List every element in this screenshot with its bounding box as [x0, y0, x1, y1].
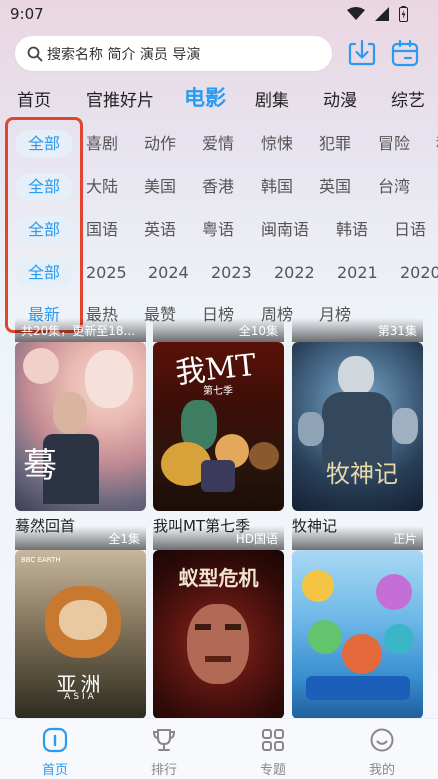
search-bar[interactable]: 搜索名称 简介 演员 导演 — [15, 36, 332, 71]
filter-option[interactable]: 国语 — [86, 216, 118, 244]
filter-option[interactable]: 2021 — [337, 259, 378, 287]
filter-option[interactable]: 香港 — [202, 173, 234, 201]
smile-icon — [370, 728, 394, 752]
bottom-nav-label: 首页 — [41, 763, 68, 778]
bottom-nav: 首页 排行 专题 我的 — [0, 718, 438, 779]
episode-badge: 正片 — [292, 526, 423, 550]
category-tabs: 首页 官推好片 电影 剧集 动漫 综艺 — [0, 80, 438, 114]
bottom-nav-topics[interactable]: 专题 — [243, 727, 303, 778]
filter-option[interactable]: 动作 — [144, 130, 176, 158]
bottom-nav-label: 我的 — [368, 763, 395, 778]
episode-badge: 全10集 — [153, 318, 284, 342]
filter-option[interactable]: 英语 — [144, 216, 176, 244]
highlight-box — [5, 117, 83, 333]
home-icon — [42, 727, 68, 753]
filter-option[interactable]: 韩语 — [336, 216, 368, 244]
filter-option[interactable]: 2024 — [148, 259, 189, 287]
filter-option[interactable]: 冒险 — [378, 130, 410, 158]
tab-anime[interactable]: 动漫 — [323, 86, 357, 111]
poster — [292, 550, 423, 719]
trophy-icon — [152, 729, 176, 751]
filter-option[interactable]: 惊悚 — [261, 130, 293, 158]
episode-badge: HD国语 — [153, 526, 284, 550]
status-time: 9:07 — [10, 5, 44, 23]
filter-option[interactable]: 爱情 — [202, 130, 234, 158]
search-icon — [27, 46, 43, 61]
calendar-icon[interactable] — [390, 38, 420, 68]
filter-option[interactable]: 大陆 — [86, 173, 118, 201]
bottom-nav-label: 排行 — [150, 763, 177, 778]
filter-option[interactable]: 犯罪 — [319, 130, 351, 158]
episode-badge: 共20集，更新至18... — [15, 318, 146, 342]
bottom-nav-label: 专题 — [259, 763, 286, 778]
episode-badge: 第31集 — [292, 318, 423, 342]
tab-series[interactable]: 剧集 — [255, 86, 289, 111]
poster: 我MT 第七季 — [153, 342, 284, 511]
wifi-icon — [347, 7, 365, 20]
poster: 蚁型危机 — [153, 550, 284, 719]
poster: BBC EARTH 亚洲 ASIA — [15, 550, 146, 719]
bottom-nav-ranking[interactable]: 排行 — [134, 727, 194, 778]
tab-variety[interactable]: 综艺 — [391, 86, 425, 111]
filter-option[interactable]: 粤语 — [202, 216, 234, 244]
episode-badge: 全1集 — [15, 526, 146, 550]
filter-option[interactable]: 台湾 — [378, 173, 410, 201]
poster-title: 蚁型危机 — [178, 566, 259, 590]
bottom-nav-home[interactable]: 首页 — [25, 727, 85, 778]
status-bar: 9:07 — [0, 0, 438, 30]
filter-option[interactable]: 美国 — [144, 173, 176, 201]
filter-option[interactable]: 2020 — [400, 259, 438, 287]
tab-movies[interactable]: 电影 — [184, 82, 226, 112]
search-placeholder: 搜索名称 简介 演员 导演 — [47, 46, 201, 63]
tab-recommended[interactable]: 官推好片 — [86, 86, 154, 111]
tab-home[interactable]: 首页 — [17, 86, 51, 111]
filter-option[interactable]: 日语 — [394, 216, 426, 244]
filter-option[interactable]: 喜剧 — [86, 130, 118, 158]
poster: 牧神记 — [292, 342, 423, 511]
bottom-nav-profile[interactable]: 我的 — [352, 727, 412, 778]
grid-icon — [262, 729, 284, 751]
poster: 蓦 — [15, 342, 146, 511]
filter-option[interactable]: 2025 — [86, 259, 127, 287]
filter-option[interactable]: 闽南语 — [261, 216, 309, 244]
battery-icon — [399, 6, 408, 22]
filter-option[interactable]: 韩国 — [261, 173, 293, 201]
download-icon[interactable] — [347, 38, 377, 68]
filter-option[interactable]: 2022 — [274, 259, 315, 287]
signal-icon — [375, 7, 389, 21]
filter-option[interactable]: 英国 — [319, 173, 351, 201]
poster-subtitle: ASIA — [64, 692, 97, 702]
filter-option[interactable]: 2023 — [211, 259, 252, 287]
